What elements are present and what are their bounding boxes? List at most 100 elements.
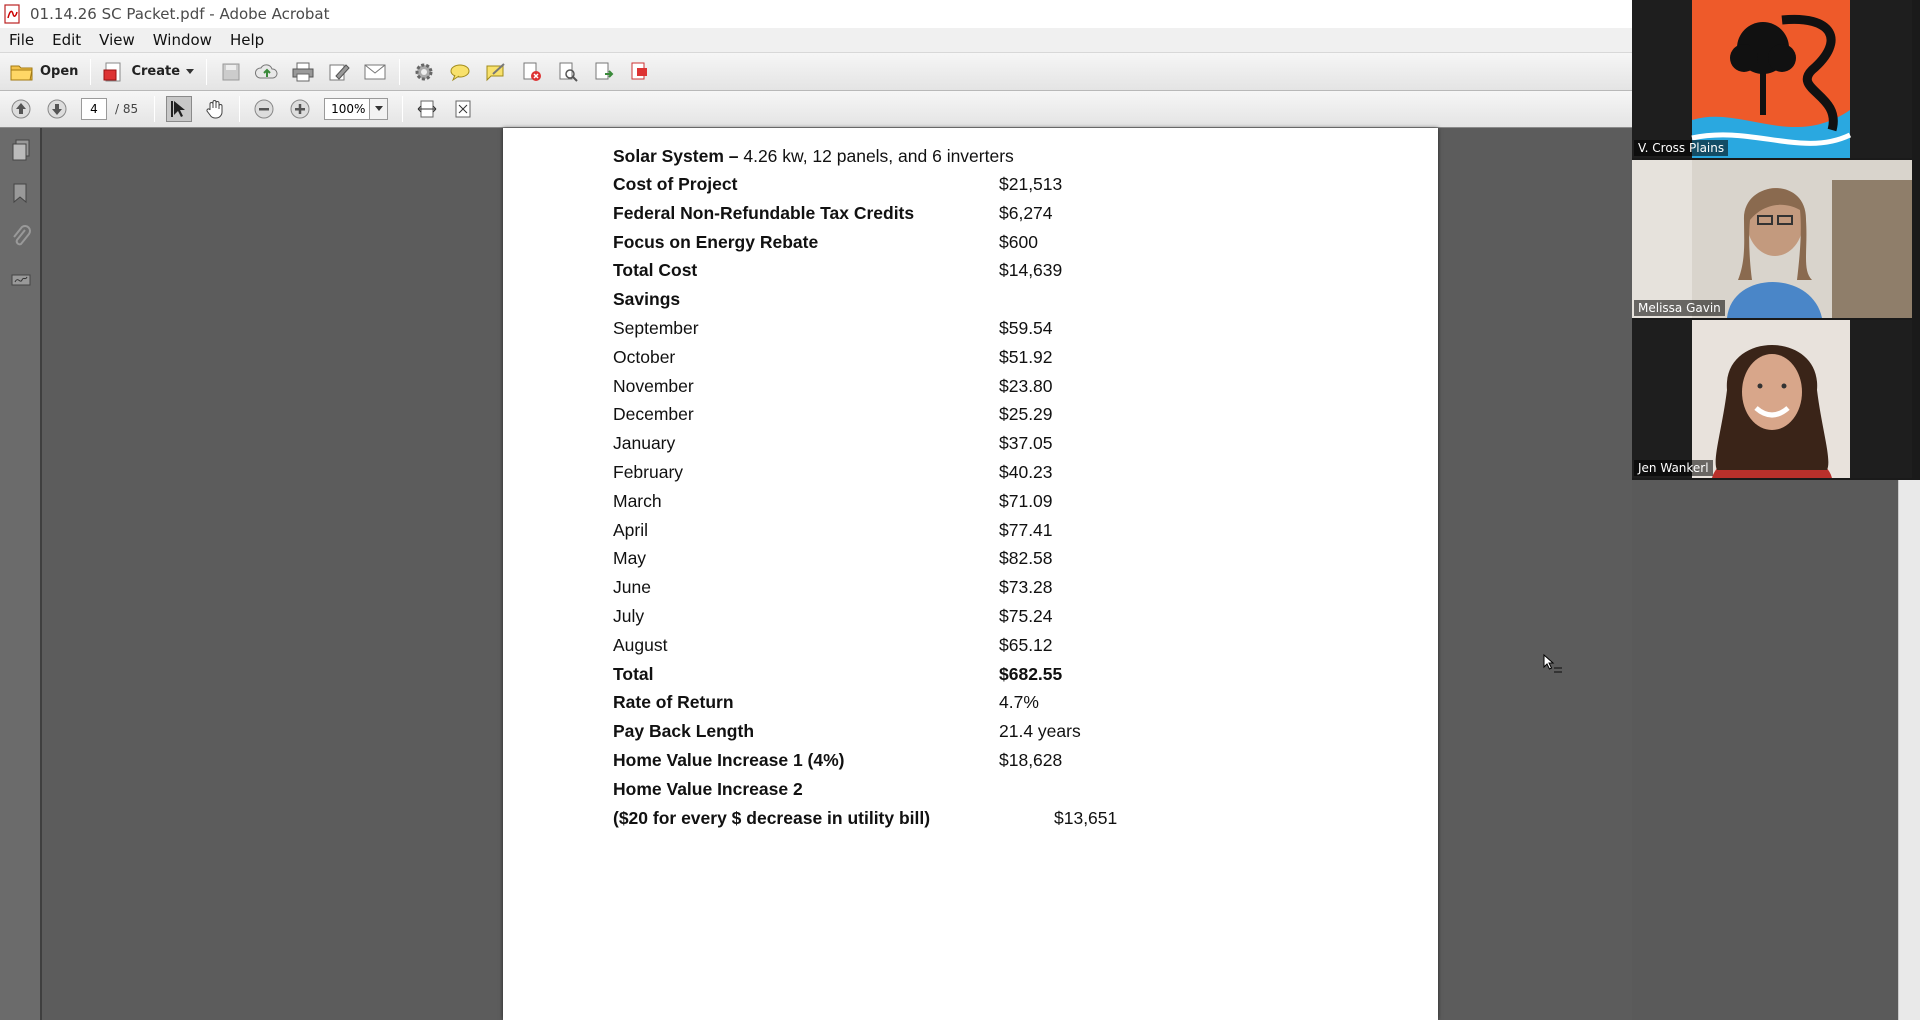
export-icon[interactable] [591, 59, 617, 85]
highlight-icon[interactable] [483, 59, 509, 85]
create-button[interactable]: Create [97, 58, 200, 86]
document-viewport[interactable]: Solar System – 4.26 kw, 12 panels, and 6… [42, 128, 1632, 1020]
participant-name: Jen Wankerl [1634, 460, 1713, 476]
row-value: $23.80 [999, 375, 1053, 396]
participant-name: V. Cross Plains [1634, 140, 1729, 156]
settings-gear-icon[interactable] [411, 59, 437, 85]
row-label: Total [613, 663, 654, 684]
print-icon[interactable] [290, 59, 316, 85]
row-value: $18,628 [999, 750, 1063, 770]
fit-width-icon[interactable] [414, 96, 440, 122]
save-icon[interactable] [218, 59, 244, 85]
table-row: October $51.92 [613, 347, 1313, 377]
search-document-icon[interactable] [555, 59, 581, 85]
page-number-input[interactable]: 4 [81, 98, 107, 120]
window-title: 01.14.26 SC Packet.pdf - Adobe Acrobat [30, 5, 330, 23]
row-value: $600 [999, 231, 1038, 252]
row-value: $77.41 [999, 519, 1053, 540]
row-value: $51.92 [999, 346, 1053, 367]
table-row: August $65.12 [613, 635, 1313, 665]
pdf-tool-icon[interactable] [627, 59, 653, 85]
menu-bar: File Edit View Window Help [0, 28, 1632, 53]
row-label: June [613, 577, 651, 598]
row-label: October [613, 346, 676, 367]
zoom-select[interactable]: 100% [324, 98, 389, 120]
fit-page-icon[interactable] [450, 96, 476, 122]
cloud-upload-icon[interactable] [254, 59, 280, 85]
row-label: November [613, 375, 694, 396]
previous-page-icon[interactable] [8, 96, 34, 122]
row-label: April [613, 519, 649, 540]
menu-view[interactable]: View [90, 31, 144, 49]
table-row: Focus on Energy Rebate $600 [613, 232, 1313, 262]
document-heading: Solar System – 4.26 kw, 12 panels, and 6… [613, 146, 1014, 167]
row-value: $13,651 [1054, 807, 1118, 828]
table-row: Rate of Return 4.7% [613, 692, 1313, 722]
table-row: Total Cost $14,639 [613, 260, 1313, 290]
row-value: $73.28 [999, 577, 1053, 598]
bookmarks-icon[interactable] [0, 171, 42, 214]
create-button-label: Create [131, 64, 181, 79]
edit-icon[interactable] [326, 59, 352, 85]
mouse-cursor-icon [1543, 653, 1562, 673]
row-label: August [613, 634, 668, 655]
row-value: $75.24 [999, 606, 1053, 626]
row-value: 4.7% [999, 692, 1039, 713]
chevron-down-icon [186, 68, 195, 74]
menu-edit[interactable]: Edit [43, 31, 90, 49]
row-label: March [613, 490, 662, 511]
row-value: 21.4 years [999, 721, 1081, 742]
remove-pdf-icon[interactable] [519, 59, 545, 85]
comment-icon[interactable] [447, 59, 473, 85]
row-value: $65.12 [999, 634, 1053, 655]
row-label: Federal Non-Refundable Tax Credits [613, 202, 915, 223]
row-label: January [613, 433, 676, 454]
participant-video [1632, 160, 1912, 318]
row-value: $82.58 [999, 548, 1053, 569]
table-row: Savings [613, 289, 1313, 319]
hand-tool-icon[interactable] [202, 96, 228, 122]
next-page-icon[interactable] [44, 96, 70, 122]
table-row: April $77.41 [613, 520, 1313, 550]
toolbar-separator [239, 96, 241, 122]
table-row: November $23.80 [613, 376, 1313, 406]
menu-file[interactable]: File [0, 31, 43, 49]
row-value: $6,274 [999, 202, 1053, 223]
vertical-scrollbar[interactable] [1898, 480, 1920, 1020]
chevron-down-icon[interactable] [369, 99, 388, 119]
select-tool-icon[interactable] [166, 96, 193, 122]
zoom-in-icon[interactable] [287, 96, 313, 122]
row-value: $37.05 [999, 433, 1053, 454]
participant-tile[interactable]: V. Cross Plains [1632, 0, 1912, 158]
video-panel: V. Cross Plains Melissa Gavin Jen Wanker… [1632, 0, 1920, 480]
table-row: Pay Back Length 21.4 years [613, 721, 1313, 751]
navigation-toolbar: 4 / 85 100% [0, 91, 1632, 128]
menu-window[interactable]: Window [144, 31, 221, 49]
signatures-icon[interactable] [0, 257, 42, 300]
create-pdf-icon [103, 62, 121, 81]
email-icon[interactable] [362, 59, 388, 85]
open-button[interactable]: Open [4, 58, 84, 86]
page-thumbnails-icon[interactable] [0, 128, 42, 171]
table-row: Cost of Project $21,513 [613, 174, 1313, 204]
page-total: / 85 [115, 102, 139, 116]
participant-tile[interactable]: Jen Wankerl [1632, 320, 1912, 478]
participant-tile[interactable]: Melissa Gavin [1632, 160, 1912, 318]
row-value: $71.09 [999, 490, 1053, 511]
main-toolbar: Open Create [0, 53, 1632, 91]
row-label: Focus on Energy Rebate [613, 231, 819, 252]
open-button-label: Open [40, 64, 79, 79]
acrobat-window: 01.14.26 SC Packet.pdf - Adobe Acrobat F… [0, 0, 1920, 1020]
attachments-icon[interactable] [0, 214, 42, 257]
row-value: $21,513 [999, 174, 1063, 194]
toolbar-separator [90, 58, 92, 85]
folder-icon [10, 65, 33, 80]
table-row: Total $682.55 [613, 664, 1313, 694]
menu-help[interactable]: Help [221, 31, 273, 49]
row-value: $59.54 [999, 318, 1053, 338]
heading-detail: 4.26 kw, 12 panels, and 6 inverters [738, 146, 1014, 166]
table-row: ($20 for every $ decrease in utility bil… [613, 808, 1313, 838]
zoom-out-icon[interactable] [251, 96, 277, 122]
navigation-pane [0, 128, 42, 1020]
pdf-page: Solar System – 4.26 kw, 12 panels, and 6… [503, 128, 1438, 1020]
